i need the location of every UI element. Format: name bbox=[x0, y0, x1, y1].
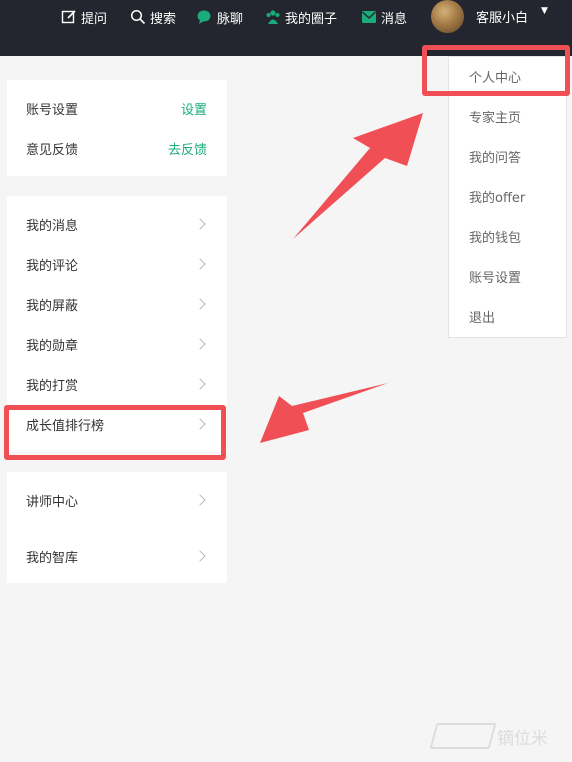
annotation-arrows bbox=[260, 113, 423, 443]
annotation-arrow-up-right bbox=[293, 113, 423, 239]
annotation-arrow-left bbox=[260, 383, 388, 443]
watermark-logo-icon bbox=[429, 723, 497, 749]
watermark: 镝位米 bbox=[429, 720, 563, 752]
watermark-text: 镝位米 bbox=[497, 728, 548, 749]
